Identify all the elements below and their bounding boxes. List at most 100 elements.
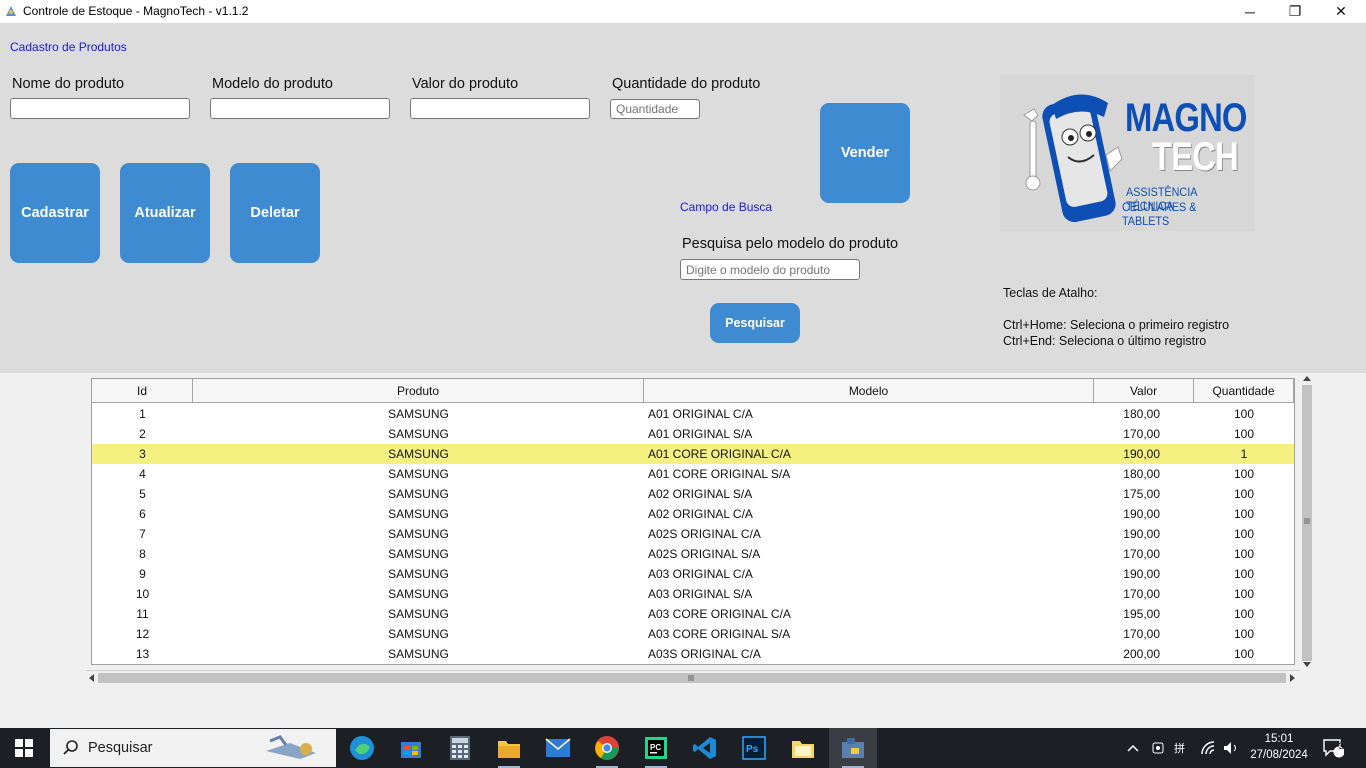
table-row[interactable]: 6 SAMSUNG A02 ORIGINAL C/A 190,00 100	[92, 504, 1294, 524]
table-row[interactable]: 11 SAMSUNG A03 CORE ORIGINAL C/A 195,00 100	[92, 604, 1294, 624]
search-input[interactable]	[680, 259, 860, 280]
cell-produto: SAMSUNG	[388, 627, 449, 641]
table-row[interactable]: 2 SAMSUNG A01 ORIGINAL S/A 170,00 100	[92, 424, 1294, 444]
cell-valor: 170,00	[1123, 627, 1160, 641]
mail-icon[interactable]	[542, 732, 574, 764]
chevron-up-icon	[1127, 744, 1139, 752]
section-title-cadastro: Cadastro de Produtos	[10, 40, 127, 54]
wifi-icon[interactable]	[1200, 728, 1218, 768]
cell-modelo: A01 CORE ORIGINAL S/A	[648, 467, 791, 481]
delete-button[interactable]: Deletar	[230, 163, 320, 263]
cell-id: 6	[139, 507, 146, 521]
table-header: Id Produto Modelo Valor Quantidade	[92, 379, 1294, 403]
header-quantidade[interactable]: Quantidade	[1194, 379, 1294, 403]
table-row[interactable]: 8 SAMSUNG A02S ORIGINAL S/A 170,00 100	[92, 544, 1294, 564]
cell-valor: 190,00	[1123, 567, 1160, 581]
register-button[interactable]: Cadastrar	[10, 163, 100, 263]
cell-quantidade: 100	[1233, 547, 1255, 561]
cell-modelo: A03 CORE ORIGINAL S/A	[648, 627, 791, 641]
cell-modelo: A03S ORIGINAL C/A	[648, 647, 761, 661]
vertical-scrollbar-graphic	[1302, 376, 1312, 667]
header-produto[interactable]: Produto	[193, 379, 644, 403]
volume-icon[interactable]	[1222, 728, 1240, 768]
table-row[interactable]: 9 SAMSUNG A03 ORIGINAL C/A 190,00 100	[92, 564, 1294, 584]
edge-icon[interactable]	[346, 732, 378, 764]
show-hidden-icons[interactable]	[1126, 728, 1140, 768]
meet-icon[interactable]	[1151, 728, 1167, 768]
shortcut-first: Ctrl+Home: Seleciona o primeiro registro	[1003, 318, 1230, 332]
search-icon	[63, 740, 78, 755]
cell-id: 4	[139, 467, 146, 481]
window-titlebar: Controle de Estoque - MagnoTech - v1.1.2…	[0, 0, 1366, 23]
cell-quantidade: 100	[1233, 527, 1255, 541]
store-icon[interactable]	[395, 732, 427, 764]
minimize-button[interactable]: ─	[1227, 0, 1273, 23]
table-row[interactable]: 1 SAMSUNG A01 ORIGINAL C/A 180,00 100	[92, 404, 1294, 424]
vertical-scrollbar[interactable]	[1300, 373, 1314, 671]
minimize-icon: ─	[1245, 3, 1255, 20]
table-row[interactable]: 3 SAMSUNG A01 CORE ORIGINAL C/A 190,00 1	[92, 444, 1294, 464]
name-input[interactable]	[10, 98, 190, 119]
window-title: Controle de Estoque - MagnoTech - v1.1.2	[23, 4, 249, 18]
svg-text:Ps: Ps	[746, 744, 759, 755]
qty-label: Quantidade do produto	[612, 76, 761, 92]
cell-produto: SAMSUNG	[388, 467, 449, 481]
pycharm-icon[interactable]: PC	[640, 732, 672, 764]
cell-produto: SAMSUNG	[388, 607, 449, 621]
close-icon: ✕	[1335, 3, 1347, 19]
qty-input[interactable]	[610, 99, 700, 119]
start-button[interactable]	[0, 728, 48, 768]
photoshop-icon[interactable]: Ps	[738, 732, 770, 764]
cell-valor: 170,00	[1123, 547, 1160, 561]
products-table[interactable]: Id Produto Modelo Valor Quantidade 1 SAMS…	[91, 378, 1295, 665]
table-row[interactable]: 4 SAMSUNG A01 CORE ORIGINAL S/A 180,00 100	[92, 464, 1294, 484]
folder-icon[interactable]	[787, 732, 819, 764]
header-id[interactable]: Id	[92, 379, 193, 403]
ime-icon[interactable]: 拼	[1174, 728, 1192, 768]
cell-quantidade: 100	[1233, 627, 1255, 641]
cell-valor: 170,00	[1123, 587, 1160, 601]
maximize-button[interactable]: ❐	[1272, 0, 1318, 23]
cell-quantidade: 100	[1233, 567, 1255, 581]
cell-id: 7	[139, 527, 146, 541]
taskbar-search-text: Pesquisar	[88, 740, 153, 756]
cell-modelo: A03 CORE ORIGINAL C/A	[648, 607, 791, 621]
model-input[interactable]	[210, 98, 390, 119]
header-valor[interactable]: Valor	[1094, 379, 1194, 403]
table-row[interactable]: 10 SAMSUNG A03 ORIGINAL S/A 170,00 100	[92, 584, 1294, 604]
notification-center-button[interactable]: 3	[1322, 728, 1344, 768]
cell-quantidade: 100	[1233, 607, 1255, 621]
taskbar: Pesquisar PC Ps 拼 15:01 27/08/2024 3	[0, 728, 1366, 768]
chrome-icon[interactable]	[591, 732, 623, 764]
vscode-icon[interactable]	[689, 732, 721, 764]
horizontal-scrollbar[interactable]	[86, 670, 1300, 684]
taskbar-search[interactable]: Pesquisar	[50, 729, 336, 767]
form-panel: Cadastro de Produtos Nome do produto Mod…	[0, 23, 1366, 373]
cell-valor: 175,00	[1123, 487, 1160, 501]
table-row[interactable]: 12 SAMSUNG A03 CORE ORIGINAL S/A 170,00 100	[92, 624, 1294, 644]
shortcuts-title: Teclas de Atalho:	[1003, 286, 1098, 300]
python-icon[interactable]	[837, 732, 869, 764]
shortcuts-box: Teclas de Atalho: Ctrl+Home: Seleciona o…	[1000, 281, 1240, 353]
search-button[interactable]: Pesquisar	[710, 303, 800, 343]
cell-id: 10	[135, 587, 150, 601]
close-button[interactable]: ✕	[1318, 0, 1364, 23]
sell-button[interactable]: Vender	[820, 103, 910, 203]
logo-text-celulares: CELULARES & TABLETS	[1122, 200, 1197, 228]
value-input[interactable]	[410, 98, 590, 119]
cell-valor: 190,00	[1123, 507, 1160, 521]
value-label: Valor do produto	[412, 76, 519, 92]
cell-id: 1	[139, 407, 146, 421]
cell-modelo: A02S ORIGINAL C/A	[648, 527, 761, 541]
table-row[interactable]: 5 SAMSUNG A02 ORIGINAL S/A 175,00 100	[92, 484, 1294, 504]
table-row[interactable]: 7 SAMSUNG A02S ORIGINAL C/A 190,00 100	[92, 524, 1294, 544]
cell-quantidade: 100	[1233, 467, 1255, 481]
file-explorer-icon[interactable]	[493, 732, 525, 764]
table-row[interactable]: 13 SAMSUNG A03S ORIGINAL C/A 200,00 100	[92, 644, 1294, 664]
header-modelo[interactable]: Modelo	[644, 379, 1094, 403]
update-button[interactable]: Atualizar	[120, 163, 210, 263]
taskbar-clock[interactable]: 15:01 27/08/2024	[1248, 731, 1310, 763]
calculator-icon[interactable]	[444, 732, 476, 764]
restore-icon: ❐	[1288, 3, 1302, 19]
cell-quantidade: 100	[1233, 487, 1255, 501]
